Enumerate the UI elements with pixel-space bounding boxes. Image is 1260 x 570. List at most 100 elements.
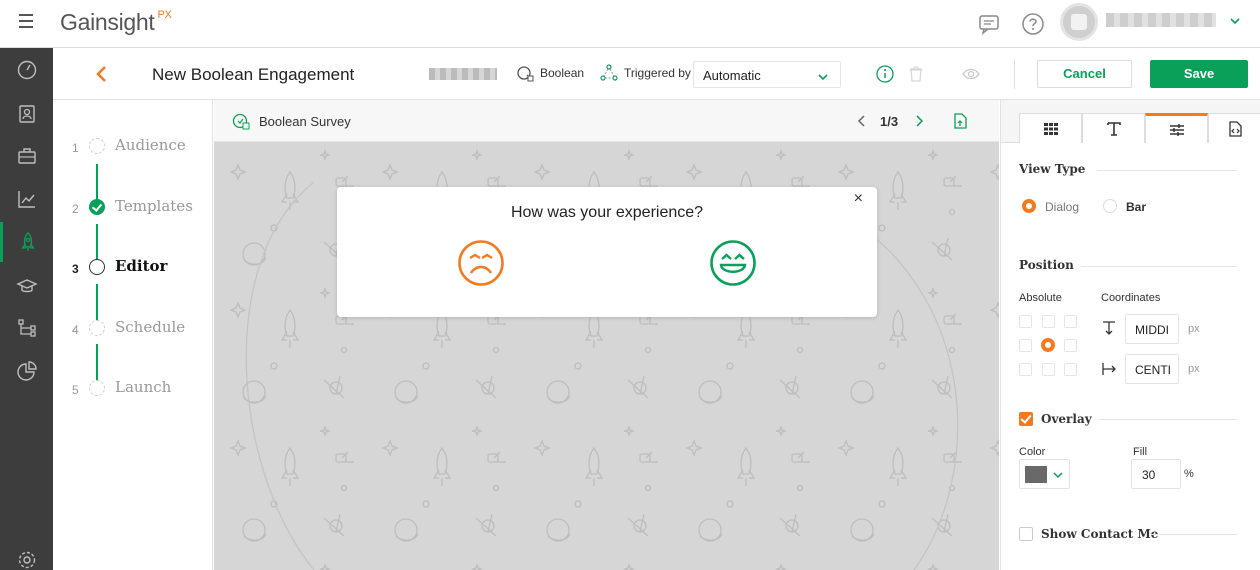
- unit-label: px: [1188, 323, 1200, 335]
- cancel-button[interactable]: Cancel: [1037, 60, 1132, 88]
- overlay-color-picker[interactable]: [1019, 459, 1070, 489]
- sad-face-icon[interactable]: [457, 239, 505, 287]
- vertical-offset-icon: [1103, 321, 1115, 335]
- step-indicator: [89, 380, 105, 396]
- step-indicator: [89, 259, 105, 275]
- position-middle-right[interactable]: [1064, 339, 1077, 352]
- section-divider: [1151, 534, 1237, 535]
- info-icon[interactable]: [876, 65, 894, 83]
- panel-tabs: [1001, 100, 1260, 143]
- export-icon[interactable]: [951, 112, 969, 130]
- properties-panel: View Type Dialog Bar Position Absolute C…: [1000, 100, 1260, 570]
- section-divider: [1081, 266, 1237, 267]
- overlay-fill-input[interactable]: 30: [1131, 459, 1181, 489]
- step-label: Schedule: [115, 318, 186, 336]
- position-top-right[interactable]: [1064, 315, 1077, 328]
- journey-icon[interactable]: [0, 308, 53, 348]
- chevron-left-icon[interactable]: [857, 115, 867, 127]
- engagement-type: Boolean: [516, 64, 584, 82]
- triggered-by-label: Triggered by: [624, 66, 691, 80]
- step-number: 4: [72, 323, 79, 337]
- step-editor[interactable]: 3 Editor: [53, 253, 213, 283]
- view-type-bar-radio[interactable]: [1103, 199, 1117, 213]
- trigger-select[interactable]: Automatic: [693, 61, 841, 88]
- text-icon: [1106, 121, 1121, 136]
- settings-icon[interactable]: [0, 540, 53, 570]
- view-type-dialog-radio[interactable]: [1022, 199, 1036, 213]
- help-icon[interactable]: [1021, 12, 1045, 36]
- tab-code[interactable]: [1208, 113, 1260, 143]
- engagement-type-label: Boolean: [540, 66, 585, 80]
- tab-settings[interactable]: [1145, 113, 1208, 143]
- step-indicator: [89, 138, 105, 154]
- redacted-tag: [429, 68, 497, 80]
- wizard-steps: 1 Audience 2 Templates 3 Editor 4 Schedu…: [53, 100, 213, 570]
- survey-name: Boolean Survey: [259, 114, 351, 129]
- survey-dialog: × How was your experience?: [337, 187, 877, 317]
- sliders-icon: [1169, 123, 1184, 136]
- back-arrow-icon[interactable]: [93, 64, 111, 84]
- save-button[interactable]: Save: [1150, 60, 1248, 88]
- grid-icon: [1043, 122, 1058, 135]
- rocket-icon[interactable]: [0, 222, 53, 262]
- tab-layout[interactable]: [1019, 113, 1082, 143]
- color-label: Color: [1019, 446, 1046, 458]
- unit-label: px: [1188, 363, 1200, 375]
- step-launch[interactable]: 5 Launch: [53, 374, 213, 404]
- logo-px: PX: [157, 9, 172, 21]
- trigger-icon: [600, 64, 618, 81]
- pie-chart-icon[interactable]: [0, 351, 53, 391]
- logo[interactable]: Gainsight PX: [60, 9, 172, 36]
- position-title: Position: [1019, 258, 1074, 272]
- position-bottom-right[interactable]: [1064, 363, 1077, 376]
- position-bottom-left[interactable]: [1019, 363, 1032, 376]
- preview-eye-icon[interactable]: [961, 65, 980, 83]
- knowledge-center-icon[interactable]: [0, 266, 53, 306]
- chat-icon[interactable]: [977, 12, 1001, 36]
- chevron-down-icon[interactable]: [1229, 14, 1241, 26]
- step-label: Templates: [115, 197, 193, 215]
- overlay-checkbox[interactable]: [1019, 412, 1033, 426]
- preview-toolbar: Boolean Survey 1/3: [214, 100, 999, 142]
- view-type-dialog-label: Dialog: [1045, 200, 1080, 214]
- vertical-coordinate-input[interactable]: MIDDI: [1125, 314, 1179, 344]
- analytics-icon[interactable]: [0, 179, 53, 219]
- dashboard-icon[interactable]: [0, 50, 53, 90]
- horizontal-coordinate-input[interactable]: CENTI: [1125, 354, 1179, 384]
- chevron-right-icon[interactable]: [914, 115, 924, 127]
- step-label: Launch: [115, 378, 172, 396]
- user-name[interactable]: [1106, 13, 1216, 27]
- avatar[interactable]: [1060, 3, 1098, 41]
- absolute-label: Absolute: [1019, 292, 1062, 304]
- step-label: Editor: [115, 257, 168, 275]
- step-templates[interactable]: 2 Templates: [53, 193, 213, 223]
- view-type-bar-label: Bar: [1126, 200, 1147, 214]
- page-indicator: 1/3: [880, 114, 899, 129]
- delete-icon[interactable]: [907, 65, 925, 83]
- chevron-down-icon: [818, 70, 828, 81]
- section-divider: [1097, 170, 1237, 171]
- position-top-left[interactable]: [1019, 315, 1032, 328]
- position-middle-left[interactable]: [1019, 339, 1032, 352]
- step-audience[interactable]: 1 Audience: [53, 132, 213, 162]
- step-number: 2: [72, 202, 79, 216]
- check-icon: [89, 199, 105, 215]
- step-number: 1: [72, 141, 79, 155]
- engagement-header: New Boolean Engagement Boolean Triggered…: [53, 48, 1260, 100]
- people-icon[interactable]: [0, 94, 53, 134]
- step-schedule[interactable]: 4 Schedule: [53, 314, 213, 344]
- position-bottom-center[interactable]: [1042, 363, 1055, 376]
- show-contact-me-checkbox[interactable]: [1019, 527, 1033, 541]
- menu-icon[interactable]: [19, 14, 35, 28]
- color-swatch: [1025, 466, 1047, 483]
- briefcase-icon[interactable]: [0, 136, 53, 176]
- triggered-by: Triggered by: [600, 64, 691, 82]
- position-center[interactable]: [1041, 338, 1055, 352]
- engagement-title: New Boolean Engagement: [152, 65, 355, 84]
- tab-text[interactable]: [1082, 113, 1145, 143]
- position-top-center[interactable]: [1042, 315, 1055, 328]
- code-icon: [1228, 120, 1242, 137]
- boolean-type-icon: [517, 66, 534, 82]
- survey-question: How was your experience?: [510, 204, 704, 221]
- happy-face-icon[interactable]: [709, 239, 757, 287]
